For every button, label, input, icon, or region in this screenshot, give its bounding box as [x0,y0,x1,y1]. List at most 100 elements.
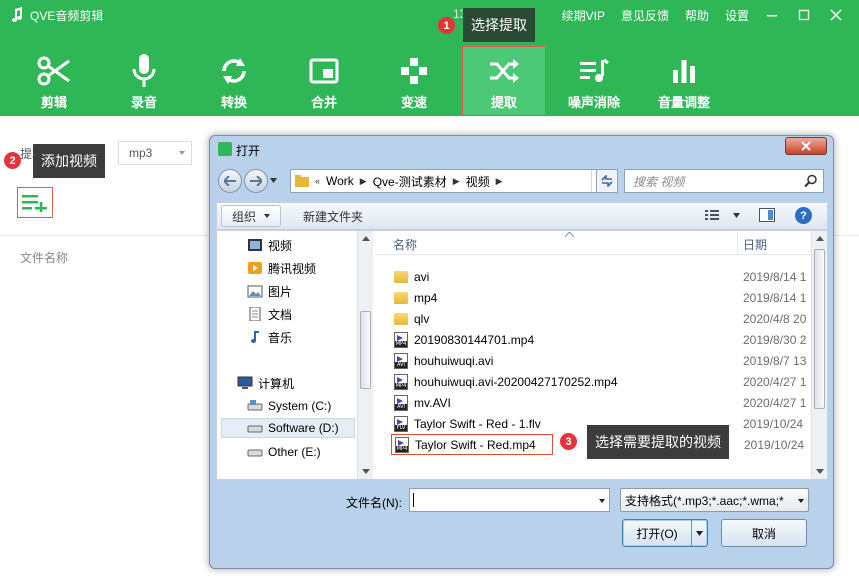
file-name: 20190830144701.mp4 [414,332,535,347]
file-row-video[interactable]: MP4 20190830144701.mp4 2019/8/30 2 [393,329,823,350]
file-date: 2019/8/7 13 [743,353,807,368]
nav-item-drive-c[interactable]: System (C:) [247,396,331,416]
documents-icon [249,307,261,321]
nav-item-label: 图片 [268,284,293,299]
file-list-scrollbar[interactable] [811,231,827,479]
file-name: avi [414,269,430,284]
tool-noise[interactable]: 噪声消除 [552,47,636,116]
filename-input[interactable] [409,488,610,512]
chevron-down-icon [798,499,804,503]
drive-icon [247,425,263,433]
file-row-video[interactable]: MP4 houhuiwuqi.avi-20200427170252.mp4 20… [393,371,823,392]
breadcrumb-work[interactable]: Work [326,174,354,188]
column-name-header[interactable]: 名称 [393,236,417,253]
add-video-button[interactable] [17,187,53,218]
dialog-titlebar[interactable]: 打开 [210,136,833,162]
scroll-down-icon[interactable] [816,469,824,474]
chevron-right-icon[interactable]: ▶ [496,176,503,187]
tool-record[interactable]: 录音 [102,47,186,116]
file-row-taylor-swift-red[interactable]: MP4 Taylor Swift - Red.mp4 2019/10/24 [391,434,804,455]
address-bar[interactable]: « Work ▶ Qve-测试素材 ▶ 视频 ▶ [290,169,612,193]
nav-item-label: 视频 [268,238,293,253]
format-select[interactable]: mp3 [118,141,192,165]
chevron-down-icon[interactable] [599,499,605,503]
column-separator[interactable] [737,231,738,255]
cancel-button[interactable]: 取消 [721,519,807,547]
tool-speed[interactable]: 变速 [372,47,456,116]
music-note-logo-icon [12,7,22,22]
breadcrumb-video[interactable]: 视频 [466,173,490,190]
details-view-icon [705,210,719,220]
search-placeholder: 搜索 视频 [633,174,685,189]
search-box[interactable]: 搜索 视频 [624,169,824,193]
scroll-up-icon[interactable] [362,236,370,241]
file-name: mv.AVI [414,395,451,410]
organize-button[interactable]: 组织 [221,205,282,227]
new-folder-button[interactable]: 新建文件夹 [303,208,363,225]
app-title-text: QVE音频剪辑 [30,8,104,23]
chevron-right-icon[interactable]: ▶ [453,176,460,187]
tool-merge-label: 合并 [310,95,337,110]
renew-vip-link[interactable]: 续期VIP [562,7,605,24]
column-date-header[interactable]: 日期 [743,236,767,253]
back-button[interactable] [218,169,242,193]
nav-item-documents[interactable]: 文档 [247,304,292,324]
scroll-up-icon[interactable] [816,236,824,241]
scrollbar-thumb[interactable] [360,311,371,389]
command-bar: 组织 新建文件夹 ? [216,202,828,230]
settings-link[interactable]: 设置 [725,7,749,24]
tool-speed-label: 变速 [400,95,427,110]
nav-item-computer[interactable]: 计算机 [237,373,294,393]
nav-item-video[interactable]: 视频 [247,235,292,255]
scrollbar-thumb[interactable] [814,249,825,409]
view-options-button[interactable] [705,209,740,221]
history-dropdown-icon[interactable] [270,178,277,183]
preview-pane-button[interactable] [759,208,775,222]
nav-item-drive-e[interactable]: Other (E:) [247,442,321,462]
file-type-select[interactable]: 支持格式(*.mp3;*.aac;*.wma;* [620,488,809,512]
tool-trim[interactable]: 剪辑 [12,47,96,116]
nav-item-pictures[interactable]: 图片 [247,281,292,301]
file-row-folder-mp4[interactable]: mp4 2019/8/14 1 [393,287,823,308]
open-options-dropdown[interactable] [691,520,707,546]
dialog-close-button[interactable] [785,137,827,155]
open-button[interactable]: 打开(O) [622,519,708,547]
step-2-callout: 添加视频 [33,144,105,178]
maximize-button[interactable] [795,6,813,24]
nav-item-music[interactable]: 音乐 [247,327,292,347]
history-buttons [218,168,277,194]
refresh-button[interactable] [596,169,618,193]
file-row-folder-qlv[interactable]: qlv 2020/4/8 20 [393,308,823,329]
filename-label: 文件名(N): [346,496,402,510]
speed-icon [401,58,427,84]
scroll-down-icon[interactable] [362,469,370,474]
chevron-right-icon[interactable]: ▶ [360,176,367,187]
help-button[interactable]: ? [795,207,812,224]
close-button[interactable] [827,6,845,24]
file-row-video[interactable]: AVI houhuiwuqi.avi 2019/8/7 13 [393,350,823,371]
tool-convert[interactable]: 转换 [192,47,276,116]
breadcrumb-test-assets[interactable]: Qve-测试素材 [373,173,447,190]
file-date: 2020/4/8 20 [743,311,807,326]
file-row-video[interactable]: AVI mv.AVI 2020/4/27 1 [393,392,823,413]
feedback-link[interactable]: 意见反馈 [621,7,669,24]
breadcrumb-overflow-icon[interactable]: « [315,176,320,186]
file-row-folder-avi[interactable]: avi 2019/8/14 1 [393,266,823,287]
tool-volume[interactable]: 音量调整 [642,47,726,116]
tool-extract[interactable]: 提取 [462,46,546,116]
shuffle-icon [490,59,519,83]
minimize-button[interactable] [763,6,781,24]
nav-item-label: 文档 [268,307,293,322]
file-date: 2020/4/27 1 [743,374,807,389]
cancel-button-label: 取消 [751,526,776,541]
nav-pane-scrollbar[interactable] [357,231,373,479]
forward-button[interactable] [244,169,268,193]
help-link[interactable]: 帮助 [685,7,709,24]
nav-item-tencent-video[interactable]: 腾讯视频 [247,258,316,278]
app-title: QVE音频剪辑 [10,5,103,25]
tool-merge[interactable]: 合并 [282,47,366,116]
main-toolbar: 剪辑 录音 转换 合并 变速 提取 噪声消除 音量调整 [0,46,859,116]
nav-item-drive-d[interactable]: Software (D:) [221,418,355,438]
chevron-down-icon [696,530,703,536]
tool-volume-label: 音量调整 [657,95,710,110]
